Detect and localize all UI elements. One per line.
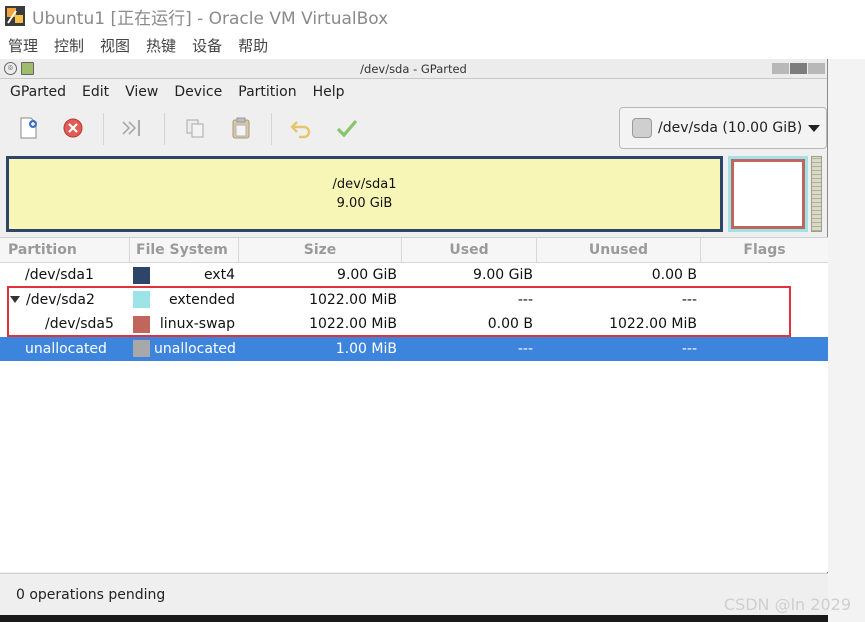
filesystem-color-swatch <box>133 340 150 358</box>
partition-name: /dev/sda5 <box>45 316 114 333</box>
graph-unallocated[interactable] <box>811 156 822 232</box>
partition-used: --- <box>517 340 533 357</box>
partition-unused: --- <box>681 340 697 357</box>
partition-unused: 0.00 B <box>651 267 697 284</box>
filesystem-type: unallocated <box>154 340 236 357</box>
filesystem-type: ext4 <box>203 267 235 284</box>
partition-table-header: Partition File System Size Used Unused F… <box>0 238 828 263</box>
partition-unused: --- <box>681 291 697 308</box>
table-row-selected[interactable]: unallocated unallocated 1.00 MiB --- --- <box>0 336 828 361</box>
partition-unused: 1022.00 MiB <box>609 316 697 333</box>
delete-partition-button[interactable] <box>58 113 88 143</box>
vbox-menu-view[interactable]: 视图 <box>100 35 130 56</box>
guest-display: ⌾ /dev/sda - GParted GParted Edit View D… <box>0 59 865 622</box>
operations-pending-status: 0 operations pending <box>16 586 166 603</box>
graph-partition-sda5[interactable] <box>731 159 805 229</box>
status-bar: 0 operations pending <box>0 573 828 615</box>
apply-button[interactable] <box>332 113 362 143</box>
vbox-menubar: 管理 控制 视图 热键 设备 帮助 <box>0 32 865 58</box>
table-row[interactable]: /dev/sda1 ext4 9.00 GiB 9.00 GiB 0.00 B <box>0 263 828 288</box>
minimize-button[interactable] <box>772 63 789 74</box>
graph-partition-sda2-extended[interactable] <box>728 156 808 232</box>
graph-partition-sda1[interactable]: /dev/sda1 9.00 GiB <box>6 156 723 232</box>
column-flags[interactable]: Flags <box>701 238 828 262</box>
device-selector[interactable]: /dev/sda (10.00 GiB) <box>619 107 827 149</box>
new-document-icon <box>20 117 37 139</box>
undo-button[interactable] <box>286 113 316 143</box>
resize-move-icon <box>122 120 140 136</box>
undo-icon <box>290 121 311 139</box>
partition-table: Partition File System Size Used Unused F… <box>0 237 828 572</box>
partition-used: 0.00 B <box>487 316 533 333</box>
column-partition[interactable]: Partition <box>0 238 130 262</box>
new-partition-button[interactable] <box>14 113 44 143</box>
paste-button[interactable] <box>226 113 256 143</box>
column-filesystem[interactable]: File System <box>130 238 239 262</box>
partition-size: 9.00 GiB <box>337 267 397 284</box>
checkmark-icon <box>336 119 358 138</box>
vbox-menu-devices[interactable]: 设备 <box>192 35 222 56</box>
expander-arrow-icon[interactable] <box>10 296 20 304</box>
column-used[interactable]: Used <box>402 238 537 262</box>
close-button[interactable] <box>808 63 825 74</box>
guest-bottom-border <box>0 615 828 622</box>
menu-view[interactable]: View <box>125 84 158 100</box>
column-unused[interactable]: Unused <box>537 238 701 262</box>
partition-name: /dev/sda1 <box>25 267 94 284</box>
filesystem-color-swatch <box>133 315 150 333</box>
graph-sda1-name: /dev/sda1 <box>332 177 397 192</box>
virtualbox-logo-icon <box>4 5 26 27</box>
gparted-menubar: GParted Edit View Device Partition Help <box>0 79 827 105</box>
delete-icon <box>63 118 83 138</box>
vbox-menu-hotkeys[interactable]: 热键 <box>146 35 176 56</box>
gparted-window: ⌾ /dev/sda - GParted GParted Edit View D… <box>0 59 828 615</box>
vbox-menu-manage[interactable]: 管理 <box>8 35 38 56</box>
vbox-titlebar: Ubuntu1 [正在运行] - Oracle VM VirtualBox <box>0 0 865 32</box>
guest-background <box>828 59 865 622</box>
chevron-down-icon <box>808 124 821 132</box>
menu-partition[interactable]: Partition <box>238 84 296 100</box>
vbox-menu-help[interactable]: 帮助 <box>238 35 268 56</box>
filesystem-color-swatch <box>133 266 150 284</box>
graph-sda1-size: 9.00 GiB <box>336 196 393 211</box>
filesystem-type: extended <box>168 291 235 308</box>
column-size[interactable]: Size <box>239 238 402 262</box>
table-row[interactable]: /dev/sda5 linux-swap 1022.00 MiB 0.00 B … <box>0 312 828 337</box>
partition-size: 1.00 MiB <box>335 340 397 357</box>
filesystem-type: linux-swap <box>159 316 235 333</box>
menu-gparted[interactable]: GParted <box>10 84 66 100</box>
gparted-titlebar: ⌾ /dev/sda - GParted <box>0 59 827 79</box>
maximize-button[interactable] <box>790 63 807 74</box>
device-selector-label: /dev/sda (10.00 GiB) <box>658 120 803 136</box>
vbox-menu-control[interactable]: 控制 <box>54 35 84 56</box>
watermark: CSDN @ln 2029 <box>723 595 851 614</box>
partition-size: 1022.00 MiB <box>309 316 397 333</box>
partition-name: unallocated <box>25 340 107 357</box>
partition-used: 9.00 GiB <box>473 267 533 284</box>
paste-icon <box>232 117 250 139</box>
menu-help[interactable]: Help <box>313 84 345 100</box>
table-row[interactable]: /dev/sda2 extended 1022.00 MiB --- --- <box>0 288 828 313</box>
menu-device[interactable]: Device <box>174 84 222 100</box>
hard-disk-icon <box>632 118 652 138</box>
partition-size: 1022.00 MiB <box>309 291 397 308</box>
gparted-window-title: /dev/sda - GParted <box>360 62 467 76</box>
menu-edit[interactable]: Edit <box>82 84 109 100</box>
resize-move-button[interactable] <box>117 113 147 143</box>
vbox-window-title: Ubuntu1 [正在运行] - Oracle VM VirtualBox <box>32 8 389 29</box>
partition-name: /dev/sda2 <box>26 291 95 308</box>
copy-button[interactable] <box>180 113 210 143</box>
partition-used: --- <box>517 291 533 308</box>
filesystem-color-swatch <box>133 291 150 309</box>
copy-icon <box>186 119 204 138</box>
partition-graph: /dev/sda1 9.00 GiB <box>6 156 822 232</box>
